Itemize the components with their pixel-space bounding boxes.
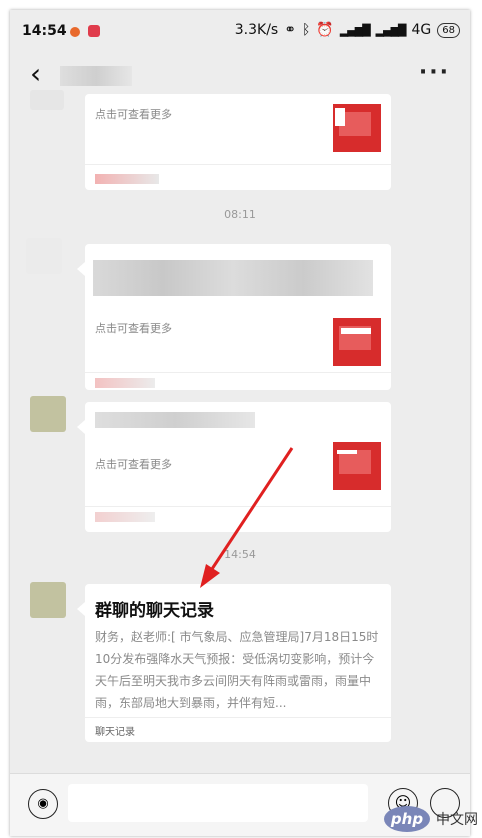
watermark-site: 中文网: [436, 812, 478, 828]
arrow-head: [200, 564, 220, 588]
annotation-arrow: [200, 447, 294, 588]
watermark: php 中文网: [384, 806, 478, 832]
phone-screen: 14:54 3.3K/s ⚭ ᛒ ⏰ ▂▄▆█ ▂▄▆█ 4G 68 ‹ ···…: [10, 10, 470, 836]
voice-icon[interactable]: ◉: [28, 789, 58, 819]
message-input[interactable]: [68, 784, 368, 822]
php-logo: php: [384, 806, 430, 832]
arrow-shaft: [208, 447, 294, 573]
